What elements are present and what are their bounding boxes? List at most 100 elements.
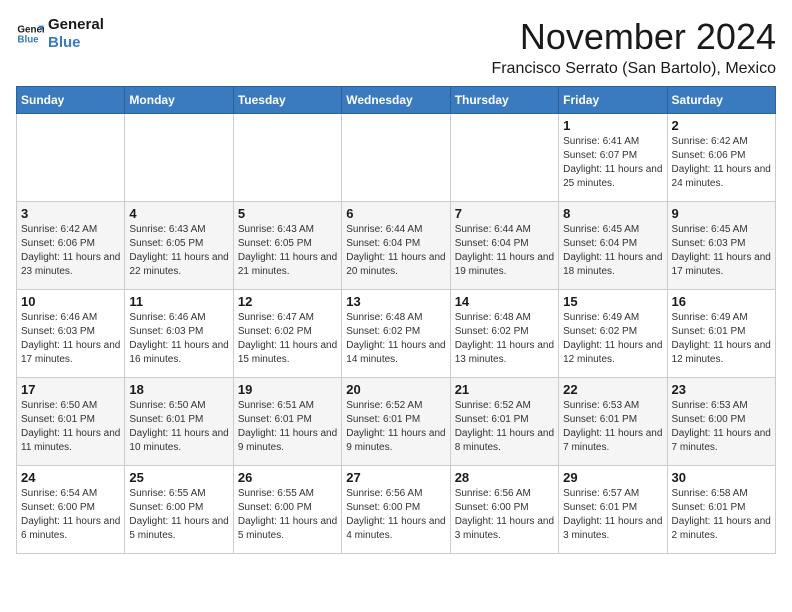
header-thursday: Thursday [450, 87, 558, 114]
day-info: Sunrise: 6:50 AMSunset: 6:01 PMDaylight:… [129, 399, 228, 455]
day-info: Sunrise: 6:53 AMSunset: 6:01 PMDaylight:… [563, 399, 662, 455]
header-wednesday: Wednesday [342, 87, 450, 114]
svg-text:Blue: Blue [17, 34, 39, 45]
header-sunday: Sunday [17, 87, 125, 114]
week-row-2: 3Sunrise: 6:42 AMSunset: 6:06 PMDaylight… [17, 202, 776, 290]
day-number: 28 [455, 470, 554, 485]
day-number: 7 [455, 206, 554, 221]
calendar-cell: 30 Sunrise: 6:58 AMSunset: 6:01 PMDayligh… [667, 466, 775, 554]
day-number: 10 [21, 294, 120, 309]
day-info: Sunrise: 6:54 AMSunset: 6:00 PMDaylight:… [21, 487, 120, 543]
day-info: Sunrise: 6:50 AMSunset: 6:01 PMDaylight:… [21, 399, 120, 455]
week-row-5: 24 Sunrise: 6:54 AMSunset: 6:00 PMDayligh… [17, 466, 776, 554]
day-number: 27 [346, 470, 445, 485]
week-row-4: 17 Sunrise: 6:50 AMSunset: 6:01 PMDayligh… [17, 378, 776, 466]
calendar-cell [233, 114, 341, 202]
calendar-cell [17, 114, 125, 202]
calendar-cell: 28 Sunrise: 6:56 AMSunset: 6:00 PMDayligh… [450, 466, 558, 554]
day-info: Sunrise: 6:58 AMSunset: 6:01 PMDaylight:… [672, 487, 771, 543]
header-monday: Monday [125, 87, 233, 114]
day-number: 25 [129, 470, 228, 485]
calendar-cell: 27 Sunrise: 6:56 AMSunset: 6:00 PMDayligh… [342, 466, 450, 554]
calendar-cell [342, 114, 450, 202]
calendar-body: 1Sunrise: 6:41 AMSunset: 6:07 PMDaylight… [17, 114, 776, 554]
day-number: 16 [672, 294, 771, 309]
day-number: 11 [129, 294, 228, 309]
day-info: Sunrise: 6:52 AMSunset: 6:01 PMDaylight:… [455, 399, 554, 455]
day-info: Sunrise: 6:56 AMSunset: 6:00 PMDaylight:… [455, 487, 554, 543]
day-number: 17 [21, 382, 120, 397]
week-row-3: 10 Sunrise: 6:46 AMSunset: 6:03 PMDayligh… [17, 290, 776, 378]
month-title: November 2024 [491, 16, 776, 58]
day-number: 24 [21, 470, 120, 485]
day-number: 15 [563, 294, 662, 309]
calendar-cell: 17 Sunrise: 6:50 AMSunset: 6:01 PMDayligh… [17, 378, 125, 466]
day-info: Sunrise: 6:47 AMSunset: 6:02 PMDaylight:… [238, 311, 337, 367]
calendar-cell: 2 Sunrise: 6:42 AMSunset: 6:06 PMDaylight… [667, 114, 775, 202]
day-info: Sunrise: 6:46 AMSunset: 6:03 PMDaylight:… [21, 311, 120, 367]
day-number: 4 [129, 206, 228, 221]
day-info: Sunrise: 6:41 AMSunset: 6:07 PMDaylight:… [563, 135, 662, 191]
calendar-cell: 6 Sunrise: 6:44 AMSunset: 6:04 PMDaylight… [342, 202, 450, 290]
day-info: Sunrise: 6:46 AMSunset: 6:03 PMDaylight:… [129, 311, 228, 367]
calendar-cell: 15 Sunrise: 6:49 AMSunset: 6:02 PMDayligh… [559, 290, 667, 378]
day-info: Sunrise: 6:56 AMSunset: 6:00 PMDaylight:… [346, 487, 445, 543]
logo-general: General [48, 16, 104, 34]
day-info: Sunrise: 6:51 AMSunset: 6:01 PMDaylight:… [238, 399, 337, 455]
day-number: 12 [238, 294, 337, 309]
calendar-cell: 23Sunrise: 6:53 AMSunset: 6:00 PMDayligh… [667, 378, 775, 466]
calendar-cell: 13Sunrise: 6:48 AMSunset: 6:02 PMDayligh… [342, 290, 450, 378]
day-info: Sunrise: 6:44 AMSunset: 6:04 PMDaylight:… [346, 223, 445, 279]
day-info: Sunrise: 6:49 AMSunset: 6:02 PMDaylight:… [563, 311, 662, 367]
calendar-table: SundayMondayTuesdayWednesdayThursdayFrid… [16, 86, 776, 554]
day-info: Sunrise: 6:42 AMSunset: 6:06 PMDaylight:… [21, 223, 120, 279]
day-info: Sunrise: 6:55 AMSunset: 6:00 PMDaylight:… [238, 487, 337, 543]
calendar-cell: 8 Sunrise: 6:45 AMSunset: 6:04 PMDaylight… [559, 202, 667, 290]
day-number: 6 [346, 206, 445, 221]
day-number: 14 [455, 294, 554, 309]
calendar-cell: 18Sunrise: 6:50 AMSunset: 6:01 PMDayligh… [125, 378, 233, 466]
day-info: Sunrise: 6:42 AMSunset: 6:06 PMDaylight:… [672, 135, 771, 191]
day-number: 19 [238, 382, 337, 397]
day-info: Sunrise: 6:44 AMSunset: 6:04 PMDaylight:… [455, 223, 554, 279]
calendar-cell: 29 Sunrise: 6:57 AMSunset: 6:01 PMDayligh… [559, 466, 667, 554]
day-info: Sunrise: 6:48 AMSunset: 6:02 PMDaylight:… [455, 311, 554, 367]
day-info: Sunrise: 6:45 AMSunset: 6:04 PMDaylight:… [563, 223, 662, 279]
day-number: 13 [346, 294, 445, 309]
calendar-cell: 25 Sunrise: 6:55 AMSunset: 6:00 PMDayligh… [125, 466, 233, 554]
page-header: General Blue General Blue November 2024 … [16, 16, 776, 78]
day-info: Sunrise: 6:57 AMSunset: 6:01 PMDaylight:… [563, 487, 662, 543]
calendar-cell: 7 Sunrise: 6:44 AMSunset: 6:04 PMDaylight… [450, 202, 558, 290]
day-number: 8 [563, 206, 662, 221]
location-title: Francisco Serrato (San Bartolo), Mexico [491, 60, 776, 78]
day-number: 22 [563, 382, 662, 397]
calendar-cell: 4Sunrise: 6:43 AMSunset: 6:05 PMDaylight… [125, 202, 233, 290]
calendar-header: SundayMondayTuesdayWednesdayThursdayFrid… [17, 87, 776, 114]
day-number: 30 [672, 470, 771, 485]
calendar-cell [450, 114, 558, 202]
title-area: November 2024 Francisco Serrato (San Bar… [491, 16, 776, 78]
day-info: Sunrise: 6:45 AMSunset: 6:03 PMDaylight:… [672, 223, 771, 279]
calendar-cell: 5Sunrise: 6:43 AMSunset: 6:05 PMDaylight… [233, 202, 341, 290]
day-number: 29 [563, 470, 662, 485]
day-info: Sunrise: 6:53 AMSunset: 6:00 PMDaylight:… [672, 399, 771, 455]
day-number: 20 [346, 382, 445, 397]
logo-icon: General Blue [16, 20, 44, 48]
day-number: 9 [672, 206, 771, 221]
calendar-cell: 20 Sunrise: 6:52 AMSunset: 6:01 PMDayligh… [342, 378, 450, 466]
day-number: 2 [672, 118, 771, 133]
calendar-cell: 14 Sunrise: 6:48 AMSunset: 6:02 PMDayligh… [450, 290, 558, 378]
header-friday: Friday [559, 87, 667, 114]
calendar-cell: 12 Sunrise: 6:47 AMSunset: 6:02 PMDayligh… [233, 290, 341, 378]
day-info: Sunrise: 6:49 AMSunset: 6:01 PMDaylight:… [672, 311, 771, 367]
calendar-cell: 16 Sunrise: 6:49 AMSunset: 6:01 PMDayligh… [667, 290, 775, 378]
calendar-cell: 22 Sunrise: 6:53 AMSunset: 6:01 PMDayligh… [559, 378, 667, 466]
header-saturday: Saturday [667, 87, 775, 114]
calendar-cell: 1Sunrise: 6:41 AMSunset: 6:07 PMDaylight… [559, 114, 667, 202]
logo-blue: Blue [48, 34, 104, 52]
day-info: Sunrise: 6:52 AMSunset: 6:01 PMDaylight:… [346, 399, 445, 455]
logo: General Blue General Blue [16, 16, 104, 52]
calendar-cell: 3Sunrise: 6:42 AMSunset: 6:06 PMDaylight… [17, 202, 125, 290]
week-row-1: 1Sunrise: 6:41 AMSunset: 6:07 PMDaylight… [17, 114, 776, 202]
day-info: Sunrise: 6:55 AMSunset: 6:00 PMDaylight:… [129, 487, 228, 543]
